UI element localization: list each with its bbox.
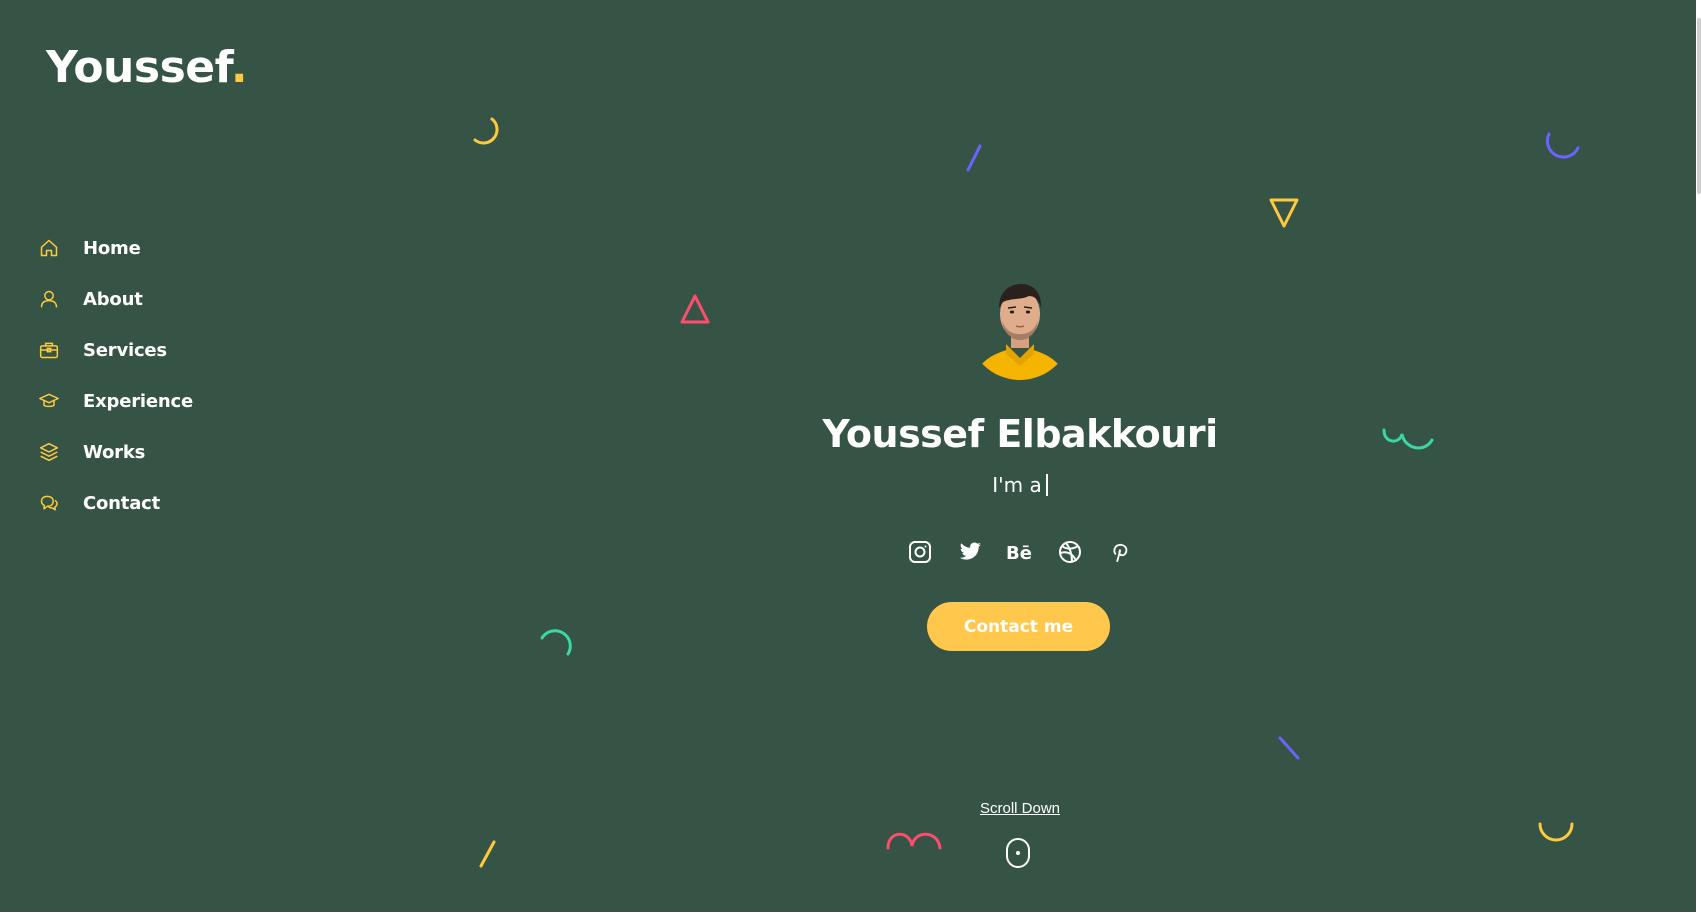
nav-label-about: About: [83, 288, 143, 310]
decor-triangle-yellow: [1269, 198, 1299, 228]
nav-item-works[interactable]: Works: [38, 440, 193, 464]
typing-caret: [1045, 474, 1048, 496]
site-logo[interactable]: Youssef.: [46, 46, 248, 90]
decor-line-yellow: [479, 840, 496, 868]
nav-item-experience[interactable]: Experience: [38, 389, 193, 413]
logo-dot: .: [230, 42, 248, 93]
mouse-icon[interactable]: [1004, 837, 1032, 869]
pinterest-icon[interactable]: [1106, 538, 1134, 566]
logo-text: Youssef: [46, 42, 231, 93]
scroll-down-link[interactable]: Scroll Down: [960, 800, 1080, 817]
nav-label-experience: Experience: [83, 390, 193, 412]
avatar: [973, 278, 1067, 382]
twitter-icon[interactable]: [956, 538, 984, 566]
dribbble-icon[interactable]: [1056, 538, 1084, 566]
home-icon: [38, 237, 60, 259]
contact-me-button[interactable]: Contact me: [927, 602, 1110, 651]
hero-name: Youssef Elbakkouri: [822, 412, 1218, 456]
nav-label-home: Home: [83, 237, 141, 259]
graduation-cap-icon: [38, 390, 60, 412]
nav-item-about[interactable]: About: [38, 287, 193, 311]
decor-line-blue: [966, 144, 982, 172]
decor-arc-yellow-2: [1538, 822, 1574, 842]
nav-label-works: Works: [83, 441, 146, 463]
typed-text: I'm a: [992, 473, 1042, 497]
user-icon: [38, 288, 60, 310]
typed-subtitle: I'm a: [760, 473, 1280, 497]
decor-arc-green: [540, 629, 572, 656]
nav-label-contact: Contact: [83, 492, 161, 514]
briefcase-icon: [38, 339, 60, 361]
decor-arc-yellow: [473, 117, 499, 145]
layers-icon: [38, 441, 60, 463]
scrollbar-thumb[interactable]: [1697, 18, 1701, 194]
nav-item-contact[interactable]: Contact: [38, 491, 193, 515]
decor-arc-blue: [1545, 132, 1580, 159]
nav-item-services[interactable]: Services: [38, 338, 193, 362]
instagram-icon[interactable]: [906, 538, 934, 566]
decor-triangle-red: [680, 294, 710, 324]
social-links: Bē: [760, 538, 1280, 566]
decor-wave-red: [886, 832, 942, 850]
scrollbar[interactable]: [1696, 0, 1701, 915]
decor-line-blue-2: [1278, 736, 1300, 760]
nav-label-services: Services: [83, 339, 167, 361]
sidebar-nav: Home About Services Experience Works Con…: [38, 236, 193, 542]
hero-page: Youssef. Home About Services Experience: [0, 0, 1696, 912]
chat-icon: [38, 492, 60, 514]
svg-text:Bē: Bē: [1006, 543, 1032, 563]
behance-icon[interactable]: Bē: [1006, 538, 1034, 566]
nav-item-home[interactable]: Home: [38, 236, 193, 260]
browser-viewport: Youssef. Home About Services Experience: [0, 0, 1701, 915]
decor-wave-green: [1382, 428, 1434, 450]
